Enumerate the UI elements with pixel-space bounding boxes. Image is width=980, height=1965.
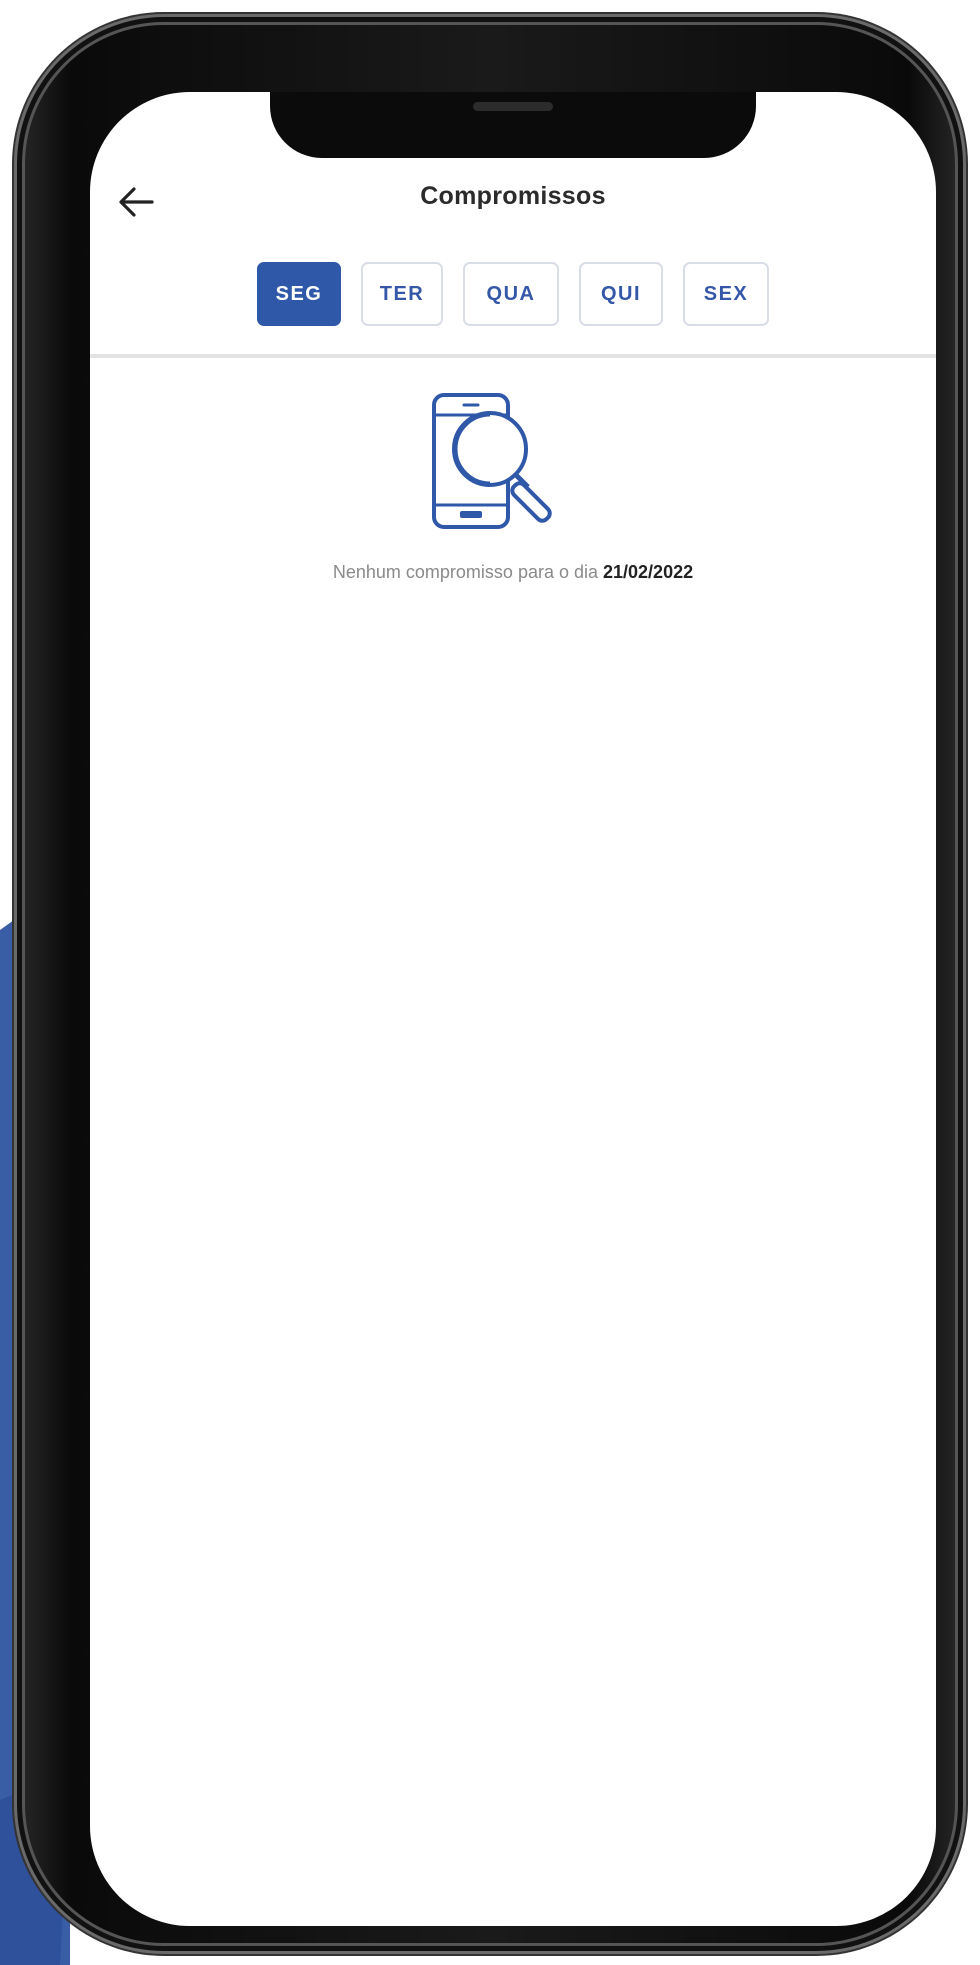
tab-seg[interactable]: SEG — [257, 262, 341, 326]
empty-message-date: 21/02/2022 — [603, 562, 694, 582]
weekday-tabs: SEG TER QUA QUI SEX — [90, 262, 936, 326]
phone-search-icon — [432, 393, 552, 529]
phone-frame: Compromissos SEG TER QUA QUI SEX Nenhum … — [14, 14, 966, 1954]
tab-sex[interactable]: SEX — [683, 262, 769, 326]
empty-state-message: Nenhum compromisso para o dia 21/02/2022 — [90, 562, 936, 583]
app-header: Compromissos SEG TER QUA QUI SEX — [90, 92, 936, 358]
tab-qui[interactable]: QUI — [579, 262, 663, 326]
tab-ter[interactable]: TER — [361, 262, 443, 326]
phone-screen: Compromissos SEG TER QUA QUI SEX Nenhum … — [90, 92, 936, 1926]
page-title: Compromissos — [420, 182, 606, 210]
empty-message-text: Nenhum compromisso para o dia — [332, 562, 598, 582]
tab-qua[interactable]: QUA — [463, 262, 559, 326]
